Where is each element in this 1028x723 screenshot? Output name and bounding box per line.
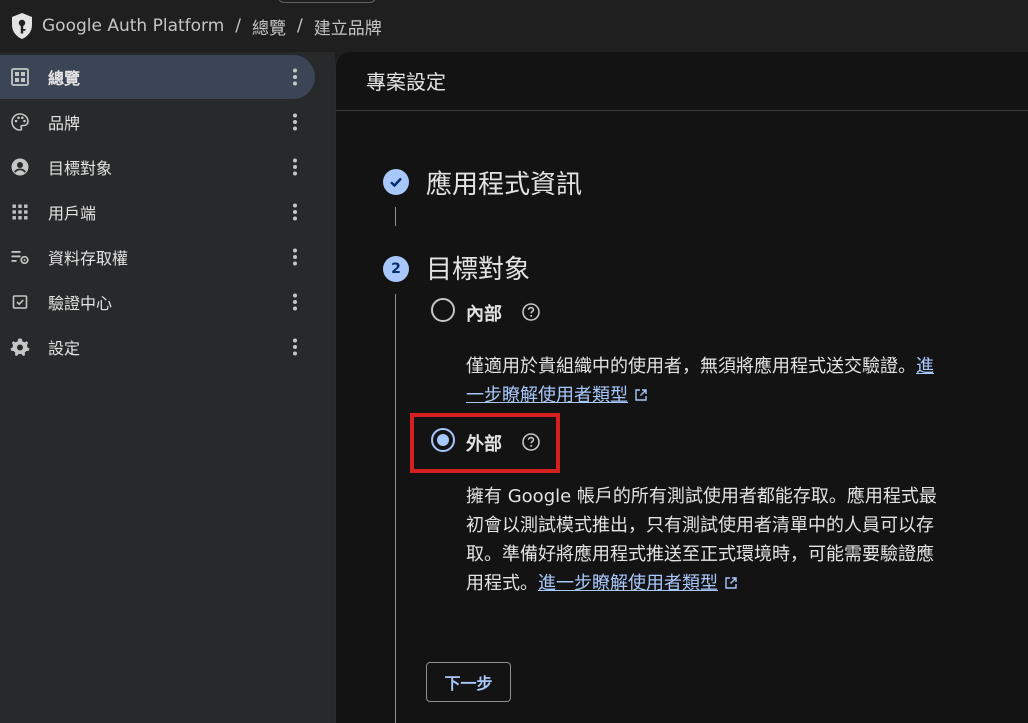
more-vert-icon[interactable]	[284, 336, 306, 358]
title-divider	[336, 110, 1028, 111]
dashboard-icon	[11, 68, 29, 86]
gear-icon	[10, 338, 30, 356]
more-vert-icon[interactable]	[284, 291, 306, 313]
open-in-new-icon	[635, 389, 647, 401]
learn-more-link[interactable]: 一步瞭解使用者類型	[466, 385, 628, 406]
more-vert-icon[interactable]	[284, 201, 306, 223]
radio-internal[interactable]	[431, 298, 455, 322]
sidebar-item-label: 資料存取權	[48, 249, 129, 268]
internal-desc-text: 僅適用於貴組織中的使用者，無須將應用程式送交驗證。	[466, 356, 916, 377]
more-vert-icon[interactable]	[284, 156, 306, 178]
option-internal-label[interactable]: 內部	[466, 300, 502, 326]
breadcrumb-separator: /	[235, 16, 242, 36]
option-internal-description: 僅適用於貴組織中的使用者，無須將應用程式送交驗證。進 一步瞭解使用者類型	[466, 352, 991, 410]
external-desc-line: 初會以測試模式推出，只有測試使用者清單中的人員可以存	[466, 515, 934, 536]
checkmark-icon	[390, 177, 402, 188]
sidebar-item-verification[interactable]: 驗證中心	[0, 280, 315, 324]
top-bar: Google Auth Platform / 總覽 / 建立品牌	[0, 0, 1028, 52]
learn-more-link[interactable]: 進一步瞭解使用者類型	[538, 573, 718, 594]
more-vert-icon[interactable]	[284, 66, 306, 88]
sidebar-item-label: 設定	[48, 339, 81, 358]
more-vert-icon[interactable]	[284, 246, 306, 268]
verification-icon	[12, 295, 28, 309]
apps-grid-icon	[12, 204, 28, 220]
breadcrumb-product[interactable]: Google Auth Platform	[42, 16, 224, 36]
sidebar-item-overview[interactable]: 總覽	[0, 55, 315, 99]
open-in-new-icon	[725, 577, 737, 589]
palette-icon	[11, 113, 29, 131]
highlight-box	[410, 413, 560, 473]
more-vert-icon[interactable]	[284, 111, 306, 133]
step-title-app-info[interactable]: 應用程式資訊	[426, 164, 582, 201]
step-connector	[395, 294, 396, 723]
sidebar: 總覽 品牌 目標對象 用戶端 資料存取權 驗證中心 設定	[0, 52, 335, 723]
step-number: 2	[391, 261, 401, 277]
breadcrumb: Google Auth Platform / 總覽 / 建立品牌	[0, 12, 382, 40]
sidebar-item-audience[interactable]: 目標對象	[0, 145, 315, 189]
step-complete-icon	[383, 169, 409, 195]
sidebar-item-clients[interactable]: 用戶端	[0, 190, 315, 234]
sidebar-item-settings[interactable]: 設定	[0, 325, 315, 369]
step-number-badge: 2	[383, 256, 409, 282]
data-access-icon	[11, 251, 29, 265]
sidebar-item-brand[interactable]: 品牌	[0, 100, 315, 144]
shield-key-icon	[12, 13, 32, 39]
main-panel: 專案設定 應用程式資訊 2 目標對象 內部 僅適用於貴組織中的使用者，無須將應用…	[335, 52, 1028, 723]
help-icon[interactable]	[521, 302, 541, 322]
learn-more-link[interactable]: 進	[916, 356, 934, 377]
breadcrumb-separator: /	[297, 16, 303, 36]
sidebar-item-label: 目標對象	[48, 159, 113, 178]
next-button[interactable]: 下一步	[426, 662, 511, 702]
step-connector	[395, 207, 396, 226]
account-circle-icon	[11, 158, 29, 176]
sidebar-item-label: 總覽	[48, 69, 81, 88]
sidebar-item-label: 用戶端	[48, 204, 97, 223]
option-external-description: 擁有 Google 帳戶的所有測試使用者都能存取。應用程式最 初會以測試模式推出…	[466, 482, 991, 598]
sidebar-item-label: 品牌	[48, 114, 81, 133]
external-desc-line: 取。準備好將應用程式推送至正式環境時，可能需要驗證應	[466, 544, 934, 565]
sidebar-item-label: 驗證中心	[48, 294, 113, 313]
step-title-audience: 目標對象	[426, 255, 531, 285]
top-pill	[278, 0, 376, 3]
breadcrumb-overview[interactable]: 總覽	[252, 14, 286, 39]
page-title: 專案設定	[366, 70, 446, 94]
sidebar-item-data-access[interactable]: 資料存取權	[0, 235, 315, 279]
breadcrumb-create-brand: 建立品牌	[313, 18, 382, 39]
external-desc-line: 用程式。	[466, 573, 538, 594]
external-desc-line: 擁有 Google 帳戶的所有測試使用者都能存取。應用程式最	[466, 486, 937, 507]
